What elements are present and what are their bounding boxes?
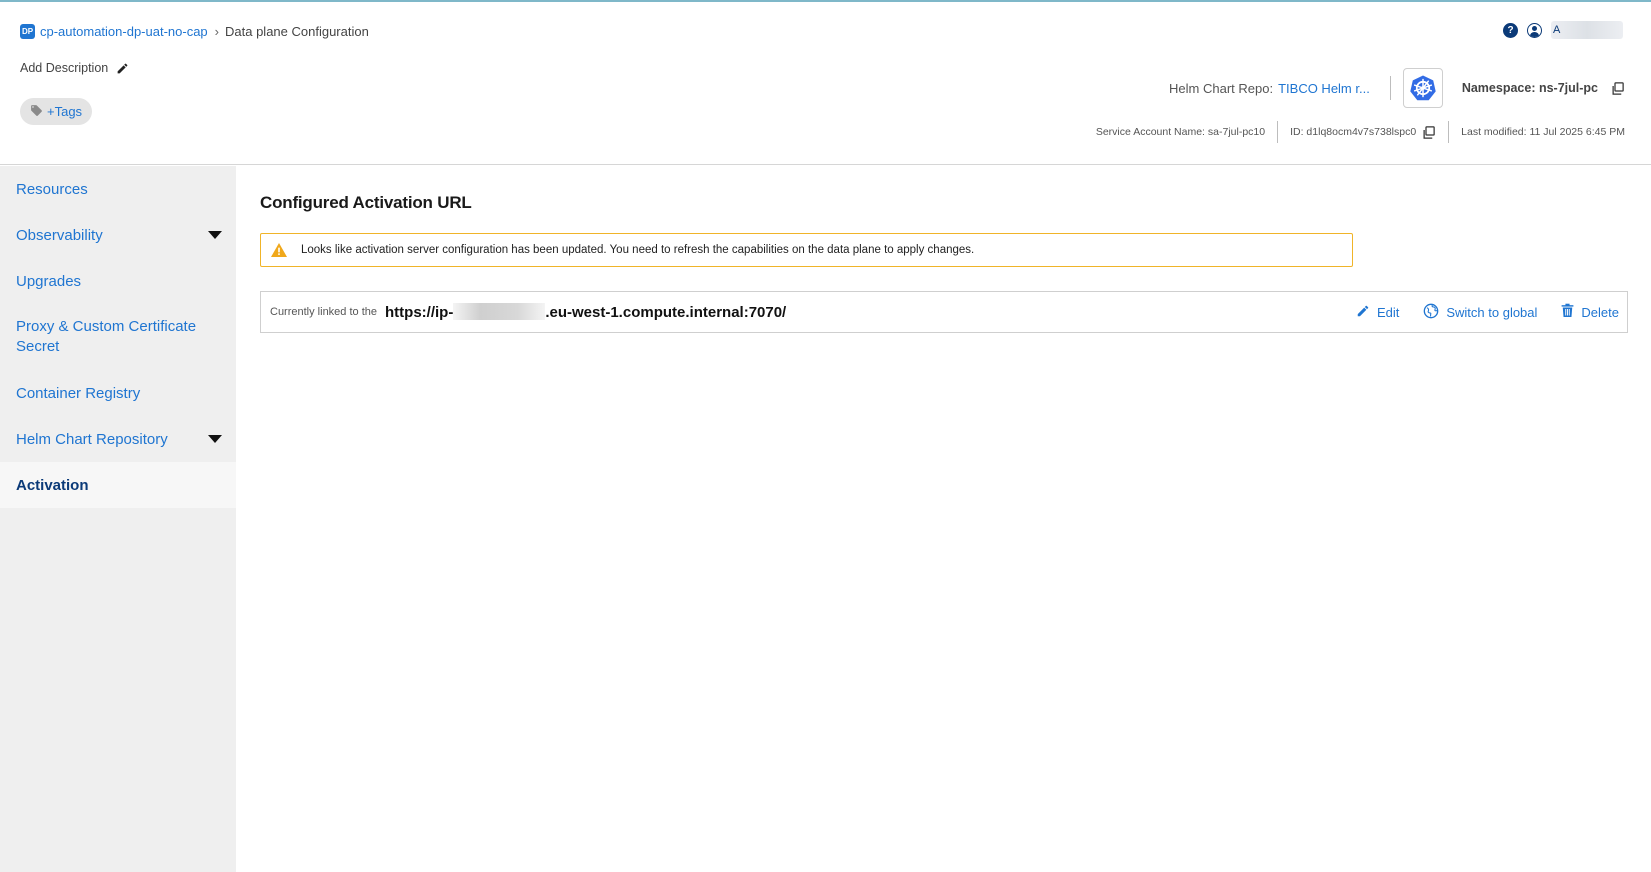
- chevron-down-icon[interactable]: [208, 435, 222, 443]
- metadata-row: Service Account Name: sa-7jul-pc10 ID: d…: [1096, 120, 1625, 144]
- activation-url-suffix: .eu-west-1.compute.internal:7070/: [545, 304, 787, 321]
- switch-to-global-button[interactable]: Switch to global: [1423, 303, 1537, 322]
- activation-url-prefix: https://ip-: [385, 304, 454, 321]
- helm-chart-repo-link[interactable]: TIBCO Helm r...: [1278, 81, 1370, 96]
- activation-url: https://ip- .eu-west-1.compute.internal:7…: [385, 303, 786, 321]
- redacted-block: [453, 303, 546, 320]
- warning-message: Looks like activation server configurati…: [301, 244, 975, 256]
- sidebar-item-activation[interactable]: Activation: [0, 462, 236, 508]
- switch-to-global-label: Switch to global: [1446, 304, 1538, 320]
- copy-icon[interactable]: [1421, 125, 1436, 140]
- breadcrumb-parent-link[interactable]: cp-automation-dp-uat-no-cap: [40, 24, 208, 39]
- sidebar-item-observability[interactable]: Observability: [0, 212, 236, 258]
- sidebar-item-helm-chart-repository[interactable]: Helm Chart Repository: [0, 416, 236, 462]
- activation-url-box: Currently linked to the https://ip- .eu-w…: [260, 291, 1628, 333]
- sidebar-item-label: Proxy & Custom Certificate Secret: [16, 318, 197, 355]
- service-account-name: Service Account Name: sa-7jul-pc10: [1095, 126, 1266, 138]
- sidebar-item-container-registry[interactable]: Container Registry: [0, 370, 236, 416]
- add-description-label: Add Description: [20, 61, 109, 75]
- sidebar-item-proxy-custom-certificate[interactable]: Proxy & Custom Certificate Secret: [0, 304, 236, 370]
- sidebar-item-label: Helm Chart Repository: [16, 430, 168, 448]
- sidebar-item-label: Container Registry: [16, 384, 141, 402]
- top-right-icons: ? A: [1503, 21, 1623, 39]
- tags-label: +Tags: [47, 104, 83, 119]
- globe-icon: [1423, 303, 1439, 322]
- divider: [1389, 76, 1391, 100]
- chevron-right-icon: ›: [214, 24, 219, 39]
- page-title: Configured Activation URL: [260, 193, 472, 212]
- copy-icon[interactable]: [1610, 81, 1625, 96]
- edit-button[interactable]: Edit: [1356, 304, 1399, 321]
- warning-banner: Looks like activation server configurati…: [260, 233, 1353, 267]
- sidebar-item-label: Resources: [16, 180, 88, 198]
- sidebar-item-label: Observability: [16, 226, 103, 244]
- breadcrumb: DP cp-automation-dp-uat-no-cap › Data pl…: [20, 24, 369, 39]
- chevron-down-icon[interactable]: [208, 231, 222, 239]
- breadcrumb-current: Data plane Configuration: [225, 24, 369, 39]
- helm-namespace-row: Helm Chart Repo: TIBCO Helm r... Namespa…: [1169, 68, 1625, 108]
- namespace-label: Namespace: ns-7jul-pc: [1461, 81, 1598, 95]
- dataplane-id: ID: d1lq8ocm4v7s738lspc0: [1290, 126, 1417, 138]
- divider: [1448, 121, 1450, 143]
- linked-label: Currently linked to the: [270, 306, 377, 318]
- help-icon[interactable]: ?: [1503, 22, 1518, 38]
- pencil-icon[interactable]: [116, 62, 129, 75]
- page-header: DP cp-automation-dp-uat-no-cap › Data pl…: [0, 2, 1651, 165]
- edit-icon: [1356, 304, 1370, 321]
- user-name[interactable]: A: [1551, 21, 1623, 39]
- dp-badge-icon: DP: [20, 24, 35, 39]
- helm-chart-repo-label: Helm Chart Repo:: [1169, 80, 1274, 96]
- user-icon[interactable]: [1527, 22, 1542, 38]
- edit-label: Edit: [1376, 304, 1400, 320]
- tag-icon: [30, 104, 43, 120]
- add-tags-button[interactable]: +Tags: [20, 98, 93, 125]
- sidebar-item-upgrades[interactable]: Upgrades: [0, 258, 236, 304]
- divider: [1277, 121, 1279, 143]
- kubernetes-icon: [1402, 68, 1443, 108]
- sidebar-nav: Resources Observability Upgrades Proxy &…: [0, 166, 236, 872]
- trash-icon: [1561, 303, 1574, 321]
- sidebar-item-resources[interactable]: Resources: [0, 166, 236, 212]
- delete-label: Delete: [1581, 304, 1619, 320]
- url-actions: Edit Switch to global Delete: [1332, 292, 1619, 332]
- warning-icon: [271, 243, 287, 257]
- sidebar-item-label: Activation: [16, 476, 89, 494]
- delete-button[interactable]: Delete: [1561, 303, 1619, 321]
- sidebar-item-label: Upgrades: [16, 272, 82, 290]
- last-modified: Last modified: 11 Jul 2025 6:45 PM: [1461, 126, 1625, 138]
- add-description[interactable]: Add Description: [20, 61, 129, 75]
